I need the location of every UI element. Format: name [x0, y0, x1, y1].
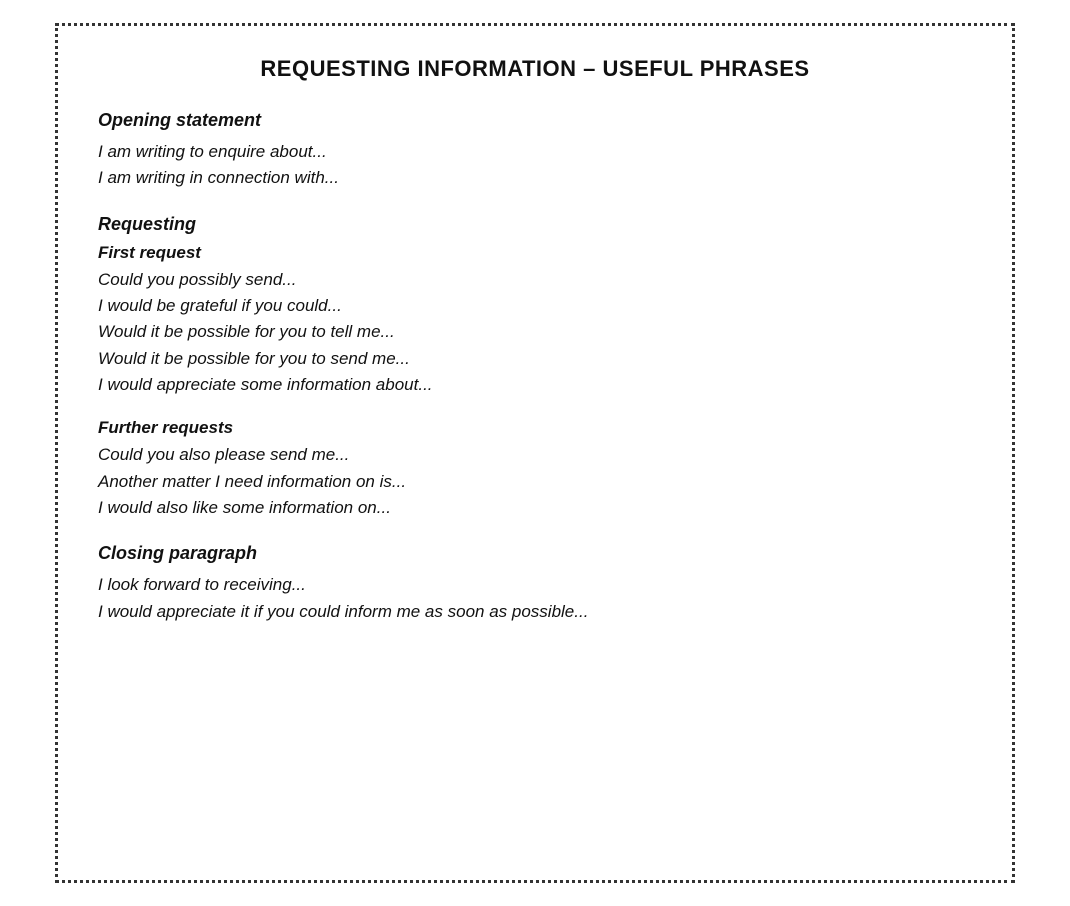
opening-phrases: I am writing to enquire about... I am wr… — [98, 139, 972, 192]
section-closing-paragraph: Closing paragraph I look forward to rece… — [98, 543, 972, 625]
section-opening-statement: Opening statement I am writing to enquir… — [98, 110, 972, 192]
subheading-first-request: First request — [98, 243, 972, 263]
section-heading-requesting: Requesting — [98, 214, 972, 235]
phrase: Another matter I need information on is.… — [98, 469, 972, 495]
phrase: Could you also please send me... — [98, 442, 972, 468]
page-title: REQUESTING INFORMATION – USEFUL PHRASES — [98, 56, 972, 82]
phrase: Would it be possible for you to send me.… — [98, 346, 972, 372]
phrase: I look forward to receiving... — [98, 572, 972, 598]
phrase: Could you possibly send... — [98, 267, 972, 293]
subheading-further-requests: Further requests — [98, 418, 972, 438]
phrase: I am writing in connection with... — [98, 165, 972, 191]
section-heading-closing: Closing paragraph — [98, 543, 972, 564]
subsection-further-requests: Further requests Could you also please s… — [98, 418, 972, 521]
section-requesting: Requesting First request Could you possi… — [98, 214, 972, 522]
phrase: Would it be possible for you to tell me.… — [98, 319, 972, 345]
phrase: I would appreciate it if you could infor… — [98, 599, 972, 625]
phrase: I would also like some information on... — [98, 495, 972, 521]
phrase: I am writing to enquire about... — [98, 139, 972, 165]
section-heading-opening: Opening statement — [98, 110, 972, 131]
phrase: I would be grateful if you could... — [98, 293, 972, 319]
phrase: I would appreciate some information abou… — [98, 372, 972, 398]
main-card: REQUESTING INFORMATION – USEFUL PHRASES … — [55, 23, 1015, 883]
subsection-first-request: First request Could you possibly send...… — [98, 243, 972, 399]
